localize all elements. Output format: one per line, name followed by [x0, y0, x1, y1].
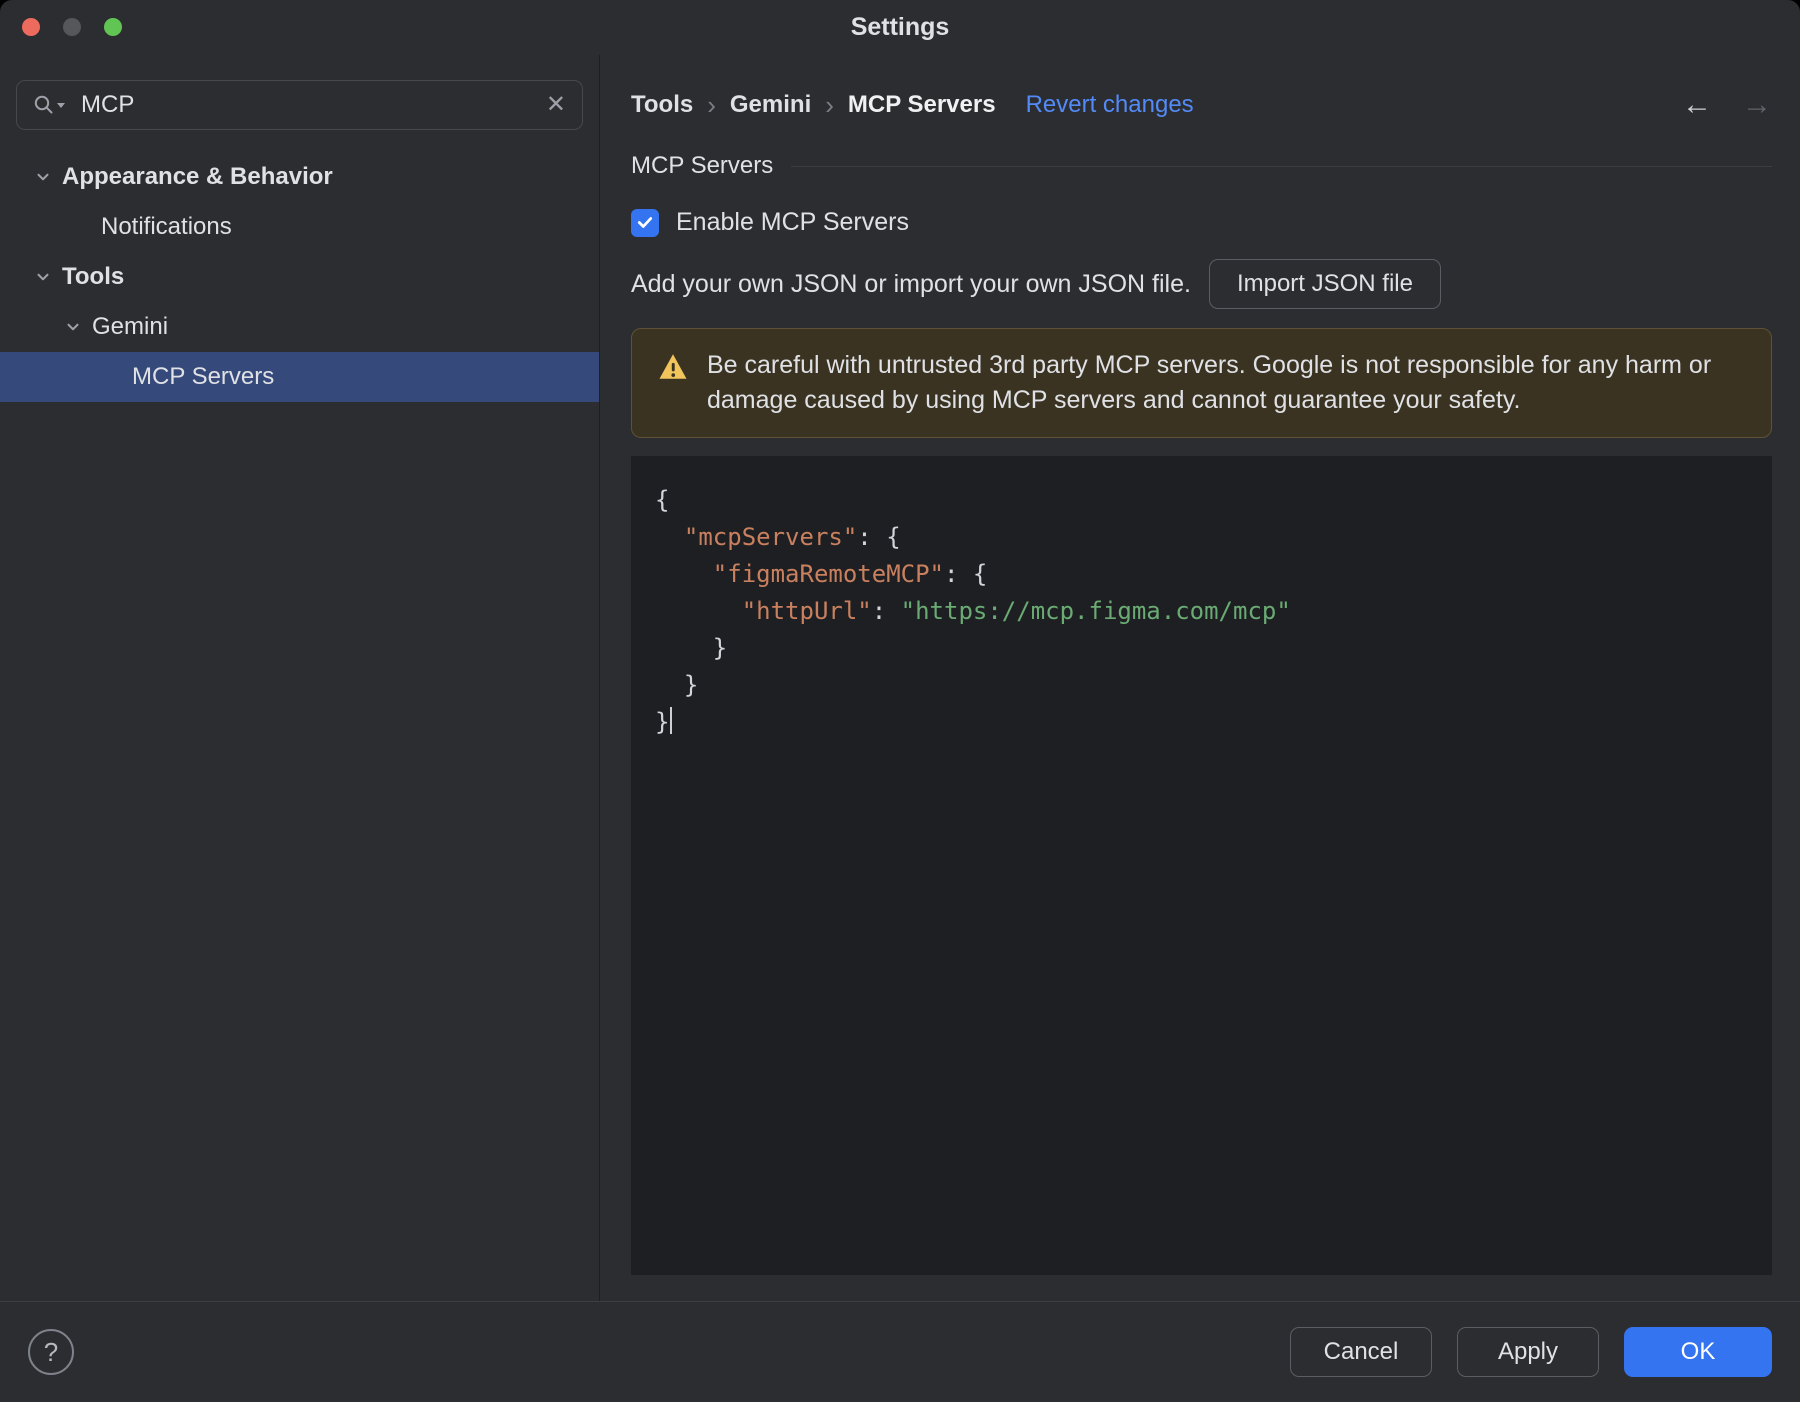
back-arrow-icon[interactable]: ← — [1682, 88, 1712, 122]
ok-button[interactable]: OK — [1624, 1327, 1772, 1377]
import-json-row: Add your own JSON or import your own JSO… — [631, 259, 1772, 309]
sidebar-item-tools[interactable]: Tools — [0, 252, 599, 302]
json-editor[interactable]: { "mcpServers": { "figmaRemoteMCP": { "h… — [631, 456, 1772, 1275]
close-window-button[interactable] — [22, 18, 40, 36]
breadcrumb-separator-icon: › — [707, 89, 716, 120]
chevron-down-icon[interactable] — [64, 318, 82, 336]
search-field[interactable]: ✕ — [16, 80, 583, 130]
warning-text: Be careful with untrusted 3rd party MCP … — [707, 351, 1712, 414]
revert-changes-link[interactable]: Revert changes — [1026, 91, 1194, 119]
section-title: MCP Servers — [631, 152, 774, 179]
settings-tree: Appearance & Behavior Notifications Tool… — [0, 152, 599, 402]
settings-window: Settings ✕ Appearance & Behavior — [0, 0, 1800, 1402]
help-icon: ? — [43, 1336, 59, 1367]
sidebar-item-gemini[interactable]: Gemini — [0, 302, 599, 352]
footer-bar: ? Cancel Apply OK — [0, 1301, 1800, 1402]
warning-icon — [659, 354, 687, 379]
sidebar-item-label: MCP Servers — [132, 363, 275, 390]
window-title: Settings — [850, 13, 950, 41]
checkmark-icon — [637, 217, 653, 228]
titlebar: Settings — [0, 0, 1800, 55]
settings-sidebar: ✕ Appearance & Behavior Notifications To — [0, 55, 600, 1301]
sidebar-item-mcp-servers[interactable]: MCP Servers — [0, 352, 599, 402]
clear-search-icon[interactable]: ✕ — [546, 93, 566, 117]
breadcrumb-item-tools[interactable]: Tools — [631, 91, 693, 119]
traffic-lights — [22, 18, 122, 36]
enable-mcp-label: Enable MCP Servers — [676, 208, 909, 236]
cancel-button[interactable]: Cancel — [1290, 1327, 1432, 1377]
breadcrumb-item-mcp-servers: MCP Servers — [847, 91, 996, 118]
zoom-window-button[interactable] — [104, 18, 122, 36]
minimize-window-button[interactable] — [63, 18, 81, 36]
sidebar-item-label: Notifications — [101, 213, 232, 240]
sidebar-item-appearance-behavior[interactable]: Appearance & Behavior — [0, 152, 599, 202]
sidebar-item-label: Tools — [62, 263, 125, 290]
breadcrumb: Tools › Gemini › MCP Servers Revert chan… — [631, 88, 1772, 122]
section-header: MCP Servers — [631, 152, 1772, 180]
section-divider — [791, 165, 1772, 167]
import-json-text: Add your own JSON or import your own JSO… — [631, 269, 1191, 298]
forward-arrow-icon[interactable]: → — [1742, 88, 1772, 122]
sidebar-item-label: Appearance & Behavior — [62, 163, 333, 190]
import-json-button[interactable]: Import JSON file — [1208, 259, 1441, 309]
sidebar-item-notifications[interactable]: Notifications — [0, 202, 599, 252]
enable-mcp-checkbox[interactable] — [631, 208, 659, 237]
settings-content: Tools › Gemini › MCP Servers Revert chan… — [600, 55, 1800, 1301]
chevron-down-icon[interactable] — [34, 268, 52, 286]
search-input[interactable] — [79, 90, 534, 120]
breadcrumb-item-gemini[interactable]: Gemini — [730, 91, 811, 119]
enable-mcp-row: Enable MCP Servers — [631, 208, 1772, 237]
chevron-down-icon[interactable] — [34, 168, 52, 186]
help-button[interactable]: ? — [28, 1329, 74, 1375]
breadcrumb-separator-icon: › — [825, 89, 834, 120]
warning-banner: Be careful with untrusted 3rd party MCP … — [631, 328, 1772, 438]
search-icon — [34, 95, 65, 114]
json-editor-code: { "mcpServers": { "figmaRemoteMCP": { "h… — [655, 486, 1291, 736]
sidebar-item-label: Gemini — [92, 313, 169, 340]
apply-button[interactable]: Apply — [1457, 1327, 1599, 1377]
